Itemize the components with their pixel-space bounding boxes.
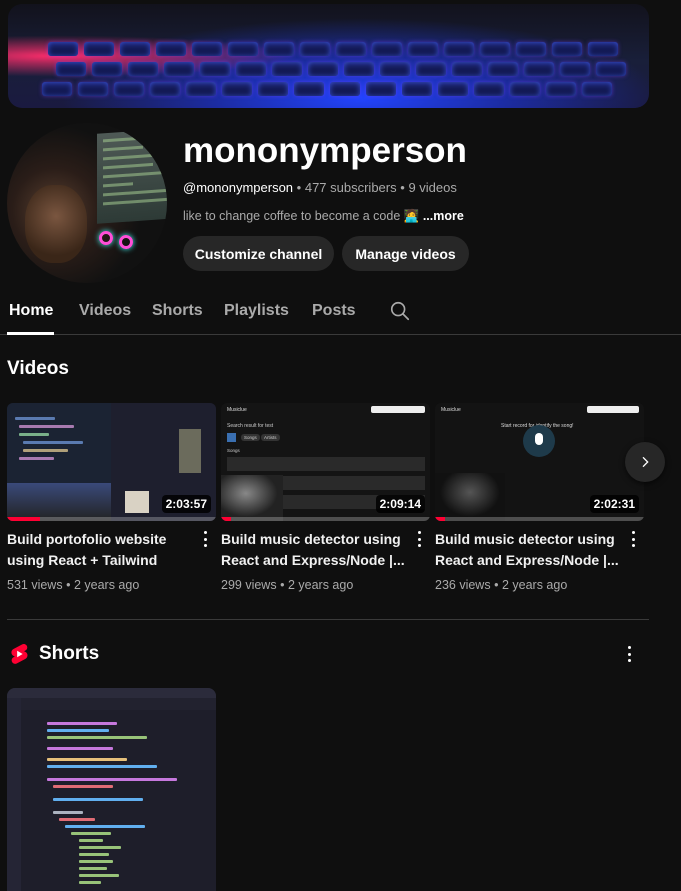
thumb-search-result: Search result for test [227, 423, 274, 429]
short-editor-sidebar [7, 698, 21, 891]
thumb-songs-heading: Songs [227, 448, 240, 453]
video-meta: 299 views • 2 years ago [221, 578, 354, 592]
channel-tabs: Home Videos Shorts Playlists Posts [0, 296, 681, 335]
avatar-person [25, 185, 87, 263]
meta-separator: • [296, 180, 302, 195]
video-title[interactable]: Build portofolio website using React + T… [7, 529, 193, 571]
more-vert-icon[interactable] [625, 645, 633, 663]
tab-posts[interactable]: Posts [312, 302, 356, 320]
section-divider [7, 619, 649, 620]
tab-home[interactable]: Home [9, 302, 53, 320]
video-meta: 531 views • 2 years ago [7, 578, 140, 592]
thumb-app-name: Musiclue [227, 407, 247, 413]
thumb-songs-chip: Songs [241, 434, 260, 441]
description-text: like to change coffee to become a code 🧑… [183, 209, 420, 223]
short-thumbnail[interactable] [7, 688, 216, 891]
thumb-artists-chip: Artists [261, 434, 280, 441]
thumb-app-name: Musiclue [441, 407, 461, 413]
active-tab-indicator [7, 332, 54, 335]
tab-shorts[interactable]: Shorts [152, 302, 203, 320]
meta-separator: • [400, 180, 405, 195]
chevron-right-icon [642, 456, 649, 468]
tab-videos[interactable]: Videos [79, 302, 131, 320]
shorts-section-title: Shorts [39, 643, 100, 664]
watch-progress-bar [435, 517, 446, 521]
watch-progress-bar [7, 517, 41, 521]
video-meta: 236 views • 2 years ago [435, 578, 568, 592]
avatar-fan-light [99, 231, 113, 245]
video-title[interactable]: Build music detector using React and Exp… [435, 529, 621, 571]
thumb-code-editor-art [7, 403, 111, 483]
manage-videos-button[interactable]: Manage videos [342, 236, 469, 271]
customize-channel-button[interactable]: Customize channel [183, 236, 334, 271]
short-editor-tabs [21, 698, 216, 710]
subscriber-count: 477 subscribers [304, 180, 397, 195]
channel-avatar[interactable] [7, 123, 167, 283]
thumb-keyboard-art [7, 483, 111, 521]
more-vert-icon[interactable] [629, 530, 637, 548]
avatar-fan-light [119, 235, 133, 249]
channel-banner [8, 4, 649, 108]
channel-handle: @mononymperson [183, 180, 294, 195]
video-duration: 2:09:14 [375, 495, 425, 513]
video-thumbnail[interactable]: 2:03:57 [7, 403, 216, 521]
avatar-monitor-art [97, 128, 167, 224]
more-vert-icon[interactable] [201, 530, 209, 548]
video-count: 9 videos [408, 180, 457, 195]
videos-section-title: Videos [7, 358, 69, 379]
video-thumbnail[interactable]: Musiclue Start record for identify the s… [435, 403, 644, 521]
video-title[interactable]: Build music detector using React and Exp… [221, 529, 407, 571]
carousel-next-button[interactable] [625, 442, 665, 482]
banner-keyboard-art [42, 42, 628, 108]
short-editor-titlebar [7, 688, 216, 698]
video-duration: 2:03:57 [161, 495, 211, 513]
search-icon[interactable] [389, 300, 411, 322]
video-duration: 2:02:31 [589, 495, 639, 513]
channel-meta: @mononymperson • 477 subscribers • 9 vid… [183, 180, 457, 195]
video-thumbnail[interactable]: Musiclue Search result for test Songs Ar… [221, 403, 430, 521]
channel-name: mononymperson [183, 131, 467, 170]
shorts-logo-icon [11, 643, 28, 664]
channel-description[interactable]: like to change coffee to become a code 🧑… [183, 209, 464, 224]
watch-progress-bar [221, 517, 232, 521]
description-more-link[interactable]: ...more [423, 209, 464, 223]
tab-playlists[interactable]: Playlists [224, 302, 289, 320]
more-vert-icon[interactable] [415, 530, 423, 548]
